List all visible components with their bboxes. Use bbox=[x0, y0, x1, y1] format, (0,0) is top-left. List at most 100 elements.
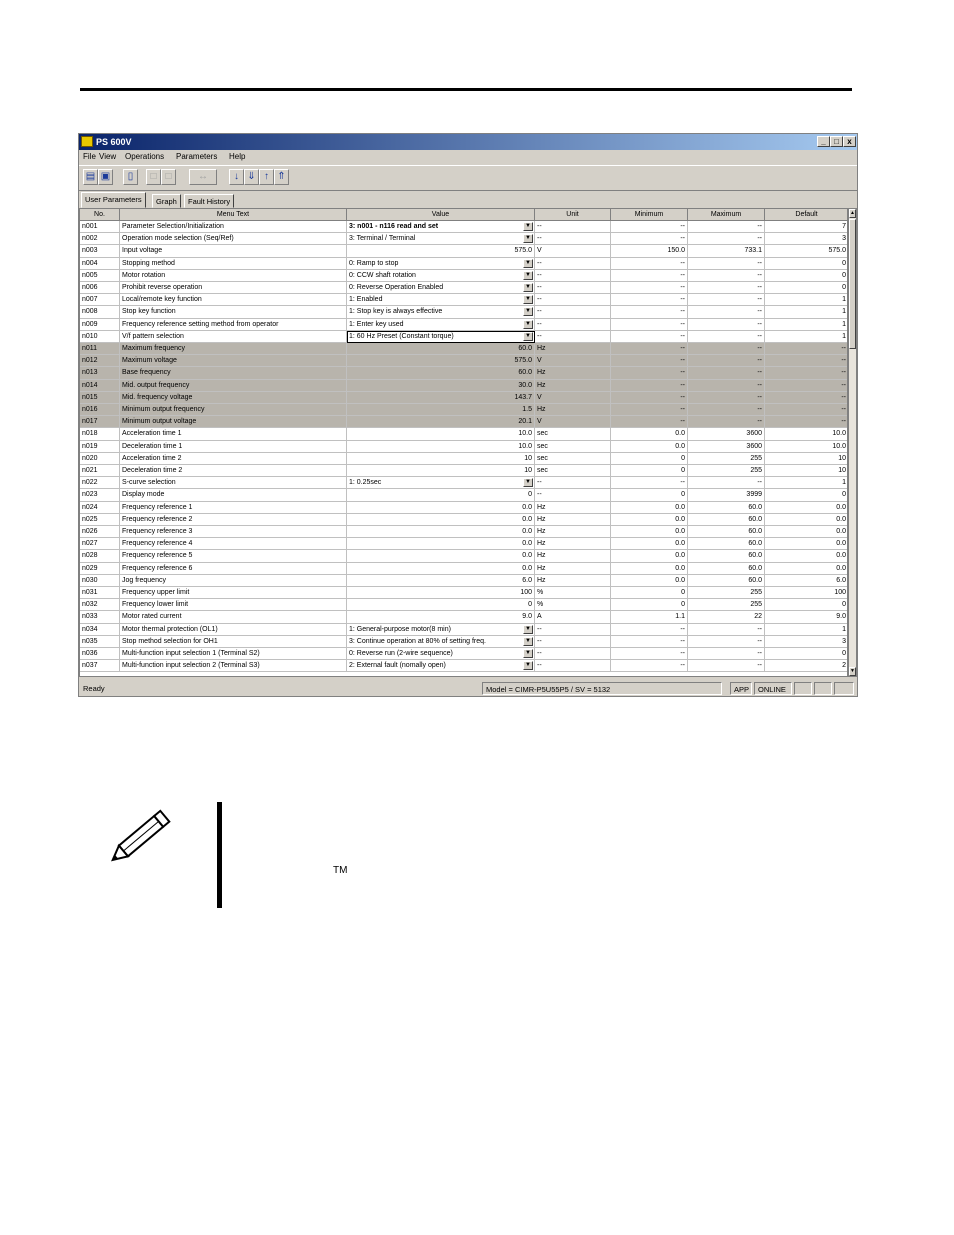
table-row[interactable]: n012 Maximum voltage 575.0 V -- -- -- bbox=[80, 355, 847, 368]
table-row[interactable]: n032 Frequency lower limit 0% 0 255 0 bbox=[80, 599, 847, 612]
restore-button[interactable]: □ bbox=[830, 136, 843, 147]
dropdown-arrow-icon[interactable]: ▼ bbox=[523, 636, 533, 646]
cell-value[interactable]: 3: Continue operation at 80% of setting … bbox=[347, 635, 535, 648]
cell-value[interactable]: 1: General-purpose motor(8 min) bbox=[347, 623, 535, 636]
table-row[interactable]: n013 Base frequency 60.0 Hz -- -- -- bbox=[80, 367, 847, 380]
compare-icon[interactable]: ↔ bbox=[189, 169, 217, 185]
table-row[interactable]: n006 Prohibit reverse operation 0: Reverse… bbox=[80, 282, 847, 295]
cell-value[interactable]: 1: Stop key is always effective bbox=[347, 306, 535, 319]
table-row[interactable]: n001 Parameter Selection/Initialization 3:… bbox=[80, 221, 847, 234]
scroll-up-icon[interactable]: ▲ bbox=[849, 209, 856, 218]
cell-value[interactable]: 0.0 bbox=[347, 562, 535, 575]
cell-value[interactable]: 20.1 bbox=[347, 416, 535, 429]
open-icon[interactable]: ▤ bbox=[83, 169, 98, 185]
cell-value[interactable]: 0.0 bbox=[347, 538, 535, 551]
table-row[interactable]: n037 Multi-function input selection 2 (Te… bbox=[80, 660, 847, 673]
cell-value[interactable]: 30.0 bbox=[347, 379, 535, 392]
cell-value[interactable]: 0: Reverse run (2-wire sequence) bbox=[347, 648, 535, 661]
dropdown-arrow-icon[interactable]: ▼ bbox=[523, 222, 533, 231]
cell-value[interactable]: 10 bbox=[347, 465, 535, 478]
cell-value[interactable]: 0: Reverse Operation Enabled bbox=[347, 282, 535, 295]
scroll-thumb[interactable] bbox=[849, 219, 856, 349]
cell-value[interactable]: 1.5 bbox=[347, 404, 535, 417]
tab-fault-history[interactable]: Fault History bbox=[184, 194, 235, 208]
minimize-button[interactable]: _ bbox=[817, 136, 830, 147]
table-row[interactable]: n009 Frequency reference setting method f… bbox=[80, 318, 847, 331]
cell-value[interactable]: 1: 0.25sec bbox=[347, 477, 535, 490]
cell-value[interactable]: 3: Terminal / Terminal bbox=[347, 233, 535, 246]
paste-icon[interactable]: □ bbox=[161, 169, 176, 185]
table-row[interactable]: n011 Maximum frequency 60.0 Hz -- -- -- bbox=[80, 343, 847, 356]
table-row[interactable]: n010 V/f pattern selection 1: 60 Hz Preset… bbox=[80, 330, 847, 343]
table-row[interactable]: n003 Input voltage 575.0 V 150.0 733.1 575.0 bbox=[80, 245, 847, 258]
write-all-icon[interactable]: ⇑ bbox=[274, 169, 289, 185]
read-all-icon[interactable]: ⇓ bbox=[244, 169, 259, 185]
table-row[interactable]: n005 Motor rotation 0: CCW shaft rotation ▼… bbox=[80, 269, 847, 282]
table-row[interactable]: n030 Jog frequency 6.0 Hz 0.0 60.0 6.0 bbox=[80, 574, 847, 587]
scroll-down-icon[interactable]: ▼ bbox=[849, 667, 856, 676]
cell-value[interactable]: 60.0 bbox=[347, 343, 535, 356]
dropdown-arrow-icon[interactable]: ▼ bbox=[523, 307, 533, 317]
table-row[interactable]: n036 Multi-function input selection 1 (Te… bbox=[80, 648, 847, 661]
dropdown-arrow-icon[interactable]: ▼ bbox=[523, 270, 533, 280]
cell-value[interactable]: 575.0 bbox=[347, 245, 535, 258]
cell-value[interactable]: 10.0 bbox=[347, 440, 535, 453]
dropdown-arrow-icon[interactable]: ▼ bbox=[523, 319, 533, 329]
table-row[interactable]: n035 Stop method selection for OH1 3: Cont… bbox=[80, 635, 847, 648]
cell-value[interactable]: 10.0 bbox=[347, 428, 535, 441]
table-row[interactable]: n007 Local/remote key function 1: Enabled ▼… bbox=[80, 294, 847, 307]
copy-icon[interactable]: □ bbox=[146, 169, 161, 185]
cell-value[interactable]: 0.0 bbox=[347, 513, 535, 526]
table-row[interactable]: n025 Frequency reference 2 0.0 Hz 0.0 60.0 0.0 bbox=[80, 513, 847, 526]
cell-value[interactable]: 0.0 bbox=[347, 501, 535, 514]
cell-value[interactable]: 143.7 bbox=[347, 391, 535, 404]
menu-help[interactable]: Help bbox=[229, 150, 245, 164]
table-row[interactable]: n029 Frequency reference 6 0.0 Hz 0.0 60.0 0.0 bbox=[80, 562, 847, 575]
table-row[interactable]: n004 Stopping method 0: Ramp to stop ▼ -- -- -… bbox=[80, 257, 847, 270]
table-row[interactable]: n028 Frequency reference 5 0.0 Hz 0.0 60.0 0.0 bbox=[80, 550, 847, 563]
header-default[interactable]: Default bbox=[765, 209, 847, 221]
dropdown-arrow-icon[interactable]: ▼ bbox=[523, 283, 533, 292]
tab-user-parameters[interactable]: User Parameters bbox=[81, 192, 146, 208]
cell-value[interactable]: 1: Enter key used bbox=[347, 318, 535, 331]
header-no[interactable]: No. bbox=[80, 209, 120, 221]
cell-value[interactable]: 60.0 bbox=[347, 367, 535, 380]
cell-value[interactable]: 100 bbox=[347, 587, 535, 600]
cell-value[interactable]: 1: Enabled bbox=[347, 294, 535, 307]
cell-value[interactable]: 0 bbox=[347, 489, 535, 502]
cell-value[interactable]: 1: 60 Hz Preset (Constant torque) bbox=[347, 330, 535, 343]
table-row[interactable]: n014 Mid. output frequency 30.0 Hz -- -- -- bbox=[80, 379, 847, 392]
upload-icon[interactable]: ↑ bbox=[259, 169, 274, 185]
table-row[interactable]: n024 Frequency reference 1 0.0 Hz 0.0 60.0 0.0 bbox=[80, 501, 847, 514]
header-maximum[interactable]: Maximum bbox=[688, 209, 765, 221]
table-row[interactable]: n015 Mid. frequency voltage 143.7 V -- -- -- bbox=[80, 391, 847, 404]
dropdown-arrow-icon[interactable]: ▼ bbox=[523, 661, 533, 671]
table-row[interactable]: n026 Frequency reference 3 0.0 Hz 0.0 60.0 0.0 bbox=[80, 526, 847, 539]
table-row[interactable]: n017 Minimum output voltage 20.1 V -- -- -- bbox=[80, 416, 847, 429]
download-icon[interactable]: ↓ bbox=[229, 169, 244, 185]
table-row[interactable]: n019 Deceleration time 1 10.0 sec 0.0 3600 10.… bbox=[80, 440, 847, 453]
dropdown-arrow-icon[interactable]: ▼ bbox=[523, 478, 533, 488]
menu-parameters[interactable]: Parameters bbox=[176, 150, 217, 164]
table-row[interactable]: n034 Motor thermal protection (OL1) 1: Gen… bbox=[80, 623, 847, 636]
table-row[interactable]: n022 S-curve selection 1: 0.25sec ▼ -- -- -- 1 bbox=[80, 477, 847, 490]
cell-value[interactable]: 2: External fault (nomally open) bbox=[347, 660, 535, 673]
cell-value[interactable]: 6.0 bbox=[347, 574, 535, 587]
table-row[interactable]: n008 Stop key function 1: Stop key is alwa… bbox=[80, 306, 847, 319]
menu-file[interactable]: File bbox=[83, 150, 96, 164]
table-row[interactable]: n031 Frequency upper limit 100% 0 255 100 bbox=[80, 587, 847, 600]
cell-value[interactable]: 575.0 bbox=[347, 355, 535, 368]
header-menu-text[interactable]: Menu Text bbox=[120, 209, 347, 221]
tab-graph[interactable]: Graph bbox=[152, 194, 181, 208]
dropdown-arrow-icon[interactable]: ▼ bbox=[523, 258, 533, 268]
header-value[interactable]: Value bbox=[347, 209, 535, 221]
dropdown-arrow-icon[interactable]: ▼ bbox=[523, 234, 533, 244]
table-row[interactable]: n016 Minimum output frequency 1.5 Hz -- -- -- bbox=[80, 404, 847, 417]
table-row[interactable]: n033 Motor rated current 9.0 A 1.1 22 9.0 bbox=[80, 611, 847, 624]
cell-value[interactable]: 3: n001 - n116 read and set bbox=[347, 221, 535, 234]
dropdown-arrow-icon[interactable]: ▼ bbox=[523, 649, 533, 658]
cell-value[interactable]: 0.0 bbox=[347, 550, 535, 563]
cell-value[interactable]: 0 bbox=[347, 599, 535, 612]
save-icon[interactable]: ▣ bbox=[98, 169, 113, 185]
cell-value[interactable]: 0.0 bbox=[347, 526, 535, 539]
